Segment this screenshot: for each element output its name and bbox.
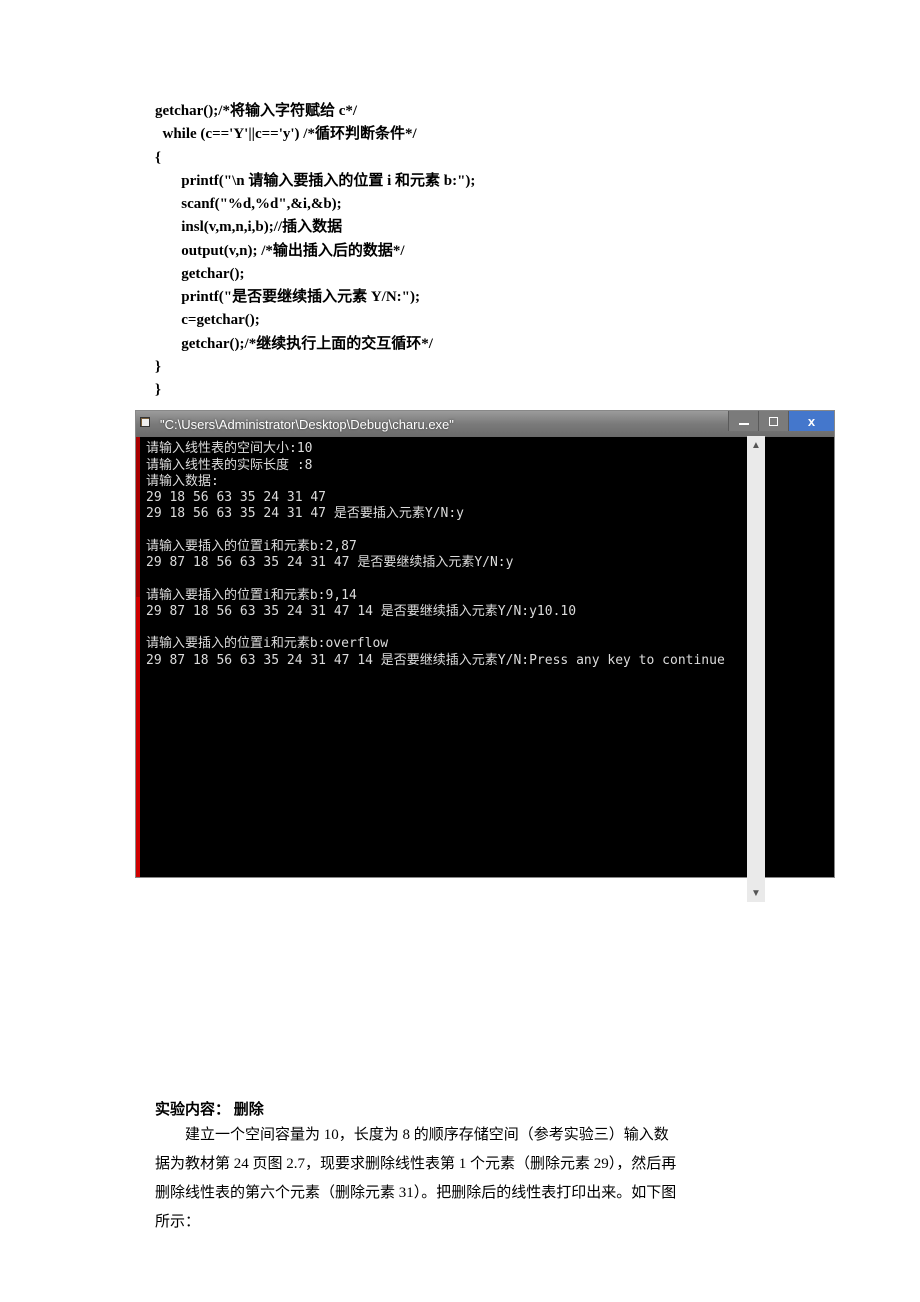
console-window: "C:\Users\Administrator\Desktop\Debug\ch… xyxy=(135,410,835,878)
console-window-wrapper: "C:\Users\Administrator\Desktop\Debug\ch… xyxy=(155,410,765,878)
scroll-down-icon[interactable]: ▼ xyxy=(747,884,765,902)
scrollbar[interactable]: ▲ ▼ xyxy=(747,436,765,902)
code-line: getchar();/*将输入字符赋给 c*/ xyxy=(155,103,357,119)
section-paragraph: 所示： xyxy=(155,1210,765,1235)
console-line: 请输入要插入的位置i和元素b:9,14 xyxy=(146,588,357,603)
document-page: getchar();/*将输入字符赋给 c*/ while (c=='Y'||c… xyxy=(0,0,920,1294)
console-line: 请输入线性表的实际长度 :8 xyxy=(146,458,312,473)
maximize-button[interactable] xyxy=(758,411,788,431)
code-line: insl(v,m,n,i,b);//插入数据 xyxy=(155,219,342,235)
console-line: 29 18 56 63 35 24 31 47 xyxy=(146,490,326,505)
console-body[interactable]: 请输入线性表的空间大小:10 请输入线性表的实际长度 :8 请输入数据: 29 … xyxy=(136,437,834,877)
console-line: 29 87 18 56 63 35 24 31 47 14 是否要继续插入元素Y… xyxy=(146,604,576,619)
window-controls: x xyxy=(728,411,834,431)
console-line: 请输入要插入的位置i和元素b:overflow xyxy=(146,636,388,651)
code-line: getchar(); xyxy=(155,266,245,282)
code-line: } xyxy=(155,382,161,398)
window-title: "C:\Users\Administrator\Desktop\Debug\ch… xyxy=(160,417,454,432)
console-line: 请输入线性表的空间大小:10 xyxy=(146,441,312,456)
console-left-accent xyxy=(136,597,140,877)
code-line: getchar();/*继续执行上面的交互循环*/ xyxy=(155,336,433,352)
section-title: 实验内容： 删除 xyxy=(155,1098,765,1119)
code-line: printf("是否要继续插入元素 Y/N:"); xyxy=(155,289,420,305)
code-block: getchar();/*将输入字符赋给 c*/ while (c=='Y'||c… xyxy=(155,100,765,402)
code-line: output(v,n); /*输出插入后的数据*/ xyxy=(155,243,405,259)
console-line: 请输入要插入的位置i和元素b:2,87 xyxy=(146,539,357,554)
code-line: while (c=='Y'||c=='y') /*循环判断条件*/ xyxy=(155,126,417,142)
close-button[interactable]: x xyxy=(788,411,834,431)
section-paragraph: 据为教材第 24 页图 2.7，现要求删除线性表第 1 个元素（删除元素 29）… xyxy=(155,1152,765,1177)
console-line: 29 18 56 63 35 24 31 47 是否要插入元素Y/N:y xyxy=(146,506,464,521)
minimize-button[interactable] xyxy=(728,411,758,431)
code-line: c=getchar(); xyxy=(155,312,260,328)
console-line: 29 87 18 56 63 35 24 31 47 是否要继续插入元素Y/N:… xyxy=(146,555,513,570)
console-line: 29 87 18 56 63 35 24 31 47 14 是否要继续插入元素Y… xyxy=(146,653,725,668)
close-icon: x xyxy=(808,414,815,429)
minimize-icon xyxy=(739,423,749,425)
code-line: } xyxy=(155,359,161,375)
scroll-track[interactable] xyxy=(747,454,765,884)
console-line: 请输入数据: xyxy=(146,474,219,489)
spacer xyxy=(155,878,765,1098)
section-paragraph: 删除线性表的第六个元素（删除元素 31）。把删除后的线性表打印出来。如下图 xyxy=(155,1181,765,1206)
maximize-icon xyxy=(769,417,778,426)
code-line: printf("\n 请输入要插入的位置 i 和元素 b:"); xyxy=(155,173,475,189)
scroll-up-icon[interactable]: ▲ xyxy=(747,436,765,454)
code-line: { xyxy=(155,150,161,166)
code-line: scanf("%d,%d",&i,&b); xyxy=(155,196,342,212)
window-titlebar[interactable]: "C:\Users\Administrator\Desktop\Debug\ch… xyxy=(136,411,834,437)
section-paragraph: 建立一个空间容量为 10，长度为 8 的顺序存储空间（参考实验三）输入数 xyxy=(155,1123,765,1148)
app-icon xyxy=(140,417,154,431)
